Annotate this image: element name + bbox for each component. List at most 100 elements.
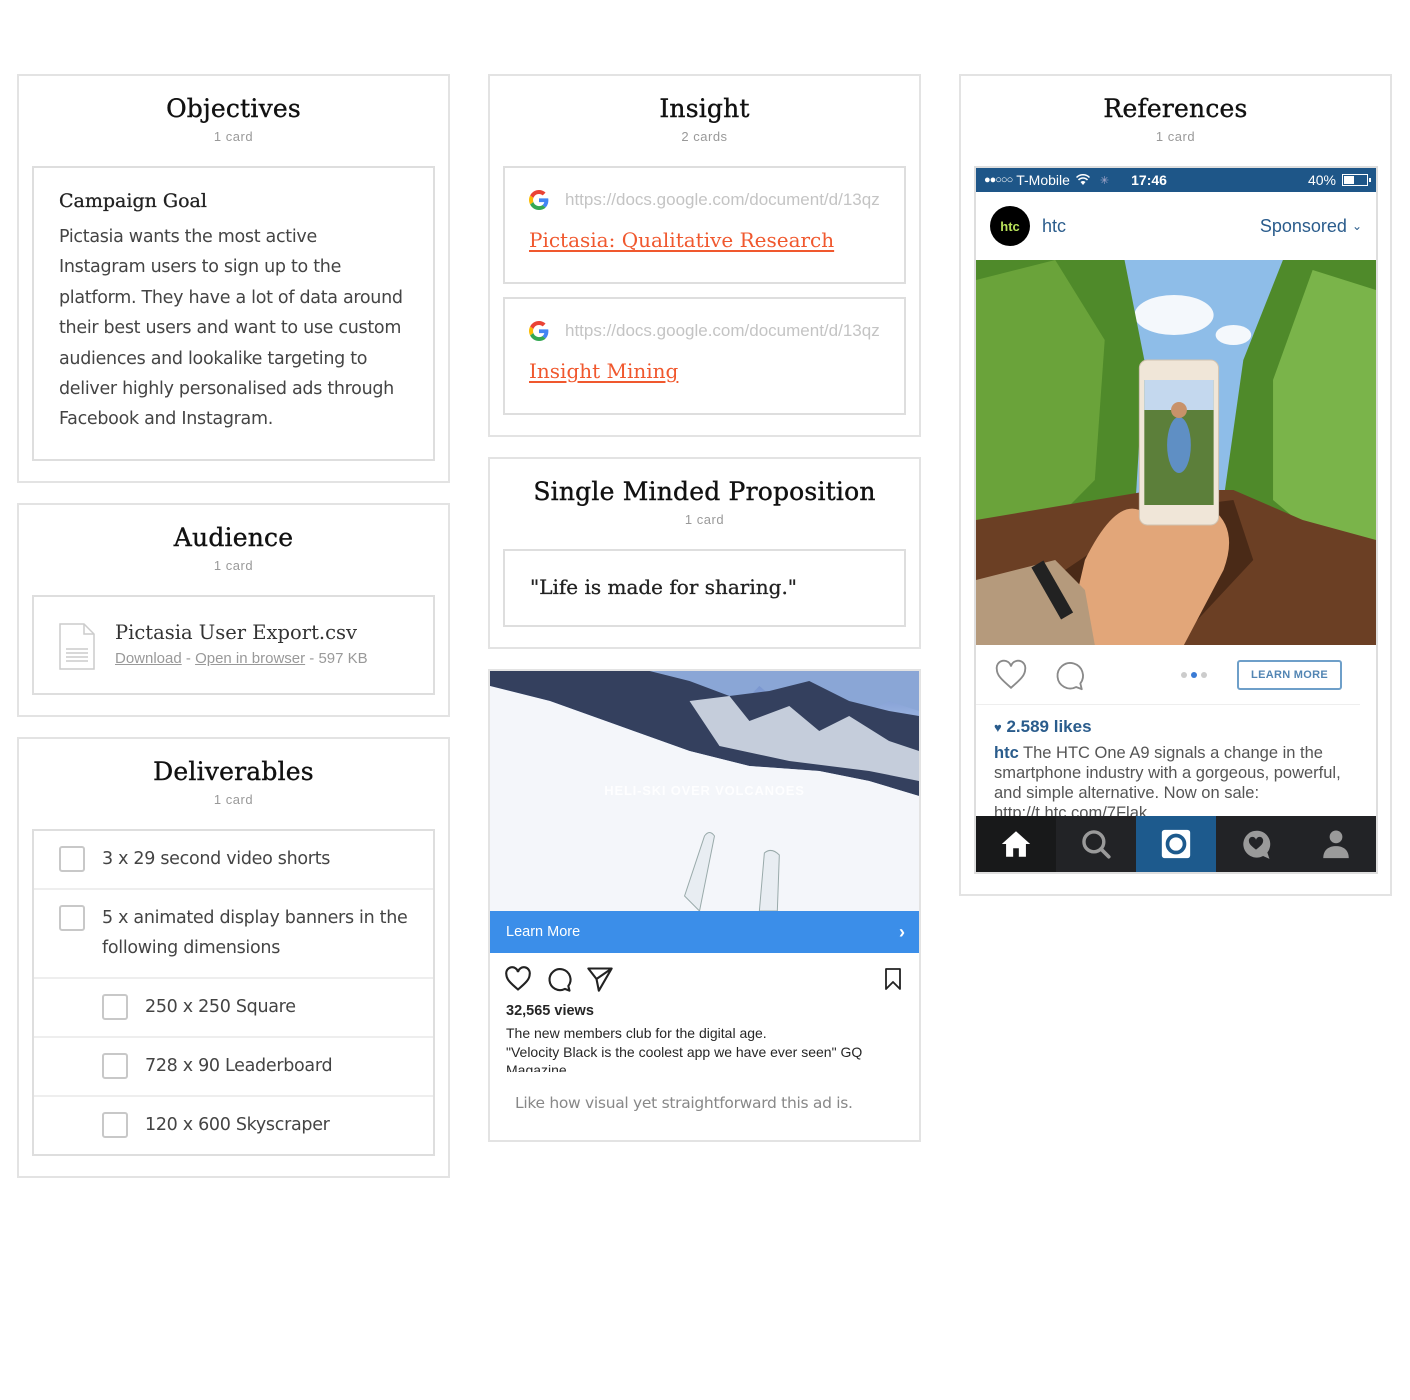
board-title: Insight (659, 94, 750, 123)
column-right: References 1 card ●●○○○ T-Mobile ✳ 17:46… (959, 74, 1392, 916)
comment-icon[interactable] (545, 965, 573, 993)
activity-icon (1243, 830, 1271, 859)
board-card-count: 1 card (684, 512, 725, 527)
file-name: Pictasia User Export.csv (115, 620, 358, 644)
checklist-subitem[interactable]: 728 x 90 Leaderboard (34, 1038, 433, 1097)
share-icon[interactable] (586, 965, 614, 993)
view-count: 32,565 views (506, 1003, 594, 1019)
proposition-quote: "Life is made for sharing." (530, 575, 798, 599)
checklist-item-label: 120 x 600 Skyscraper (145, 1114, 330, 1135)
download-link[interactable]: Download (115, 650, 182, 667)
home-icon (1001, 831, 1031, 857)
checklist-card: 3 x 29 second video shorts 5 x animated … (32, 828, 435, 1156)
chevron-right-icon: › (899, 921, 905, 942)
tab-activity[interactable] (1216, 816, 1296, 872)
file-meta: Download - Open in browser - 597 KB (115, 650, 368, 667)
checkbox[interactable] (59, 904, 85, 931)
board-deliverables: Deliverables 1 card 3 x 29 second video … (17, 736, 450, 1178)
board-audience: Audience 1 card Pictasia User Export.csv… (17, 502, 450, 717)
ad-caption: The new members club for the digital age… (490, 1024, 919, 1072)
board-card-count: 1 card (213, 129, 254, 144)
post-action-bar: LEARN MORE (976, 645, 1360, 705)
search-icon (1082, 830, 1111, 859)
checklist-subitem[interactable]: 250 x 250 Square (34, 979, 433, 1038)
checklist-item[interactable]: 3 x 29 second video shorts (34, 831, 433, 890)
link-title[interactable]: Insight Mining (529, 359, 678, 383)
board-single-minded-proposition: Single Minded Proposition 1 card "Life i… (488, 457, 921, 649)
reference-image-card[interactable]: ●●○○○ T-Mobile ✳ 17:46 40% htc htc Spons… (974, 166, 1378, 874)
ad-image: HELI-SKI OVER VOLCANOES (490, 671, 919, 911)
board-title: Single Minded Proposition (533, 477, 876, 506)
bookmark-icon[interactable] (881, 965, 905, 993)
checkbox[interactable] (102, 1052, 128, 1079)
sponsored-label: Sponsored (1259, 215, 1347, 236)
ad-action-bar (490, 953, 919, 999)
caption-text: The HTC One A9 signals a change in the s… (994, 744, 1341, 816)
checklist-item[interactable]: 5 x animated display banners in the foll… (34, 890, 433, 979)
link-card[interactable]: https://docs.google.com/document/d/13qz … (503, 166, 906, 284)
heart-icon[interactable] (994, 658, 1028, 692)
google-icon (529, 321, 549, 341)
learn-more-button[interactable]: Learn More › (490, 911, 919, 953)
document-icon (59, 623, 95, 670)
ad-overlay-text: HELI-SKI OVER VOLCANOES (604, 783, 805, 798)
heart-icon[interactable] (504, 965, 532, 993)
campaign-goal-card[interactable]: Campaign Goal Pictasia wants the most ac… (32, 166, 435, 461)
learn-more-button[interactable]: LEARN MORE (1237, 659, 1342, 690)
open-in-browser-link[interactable]: Open in browser (195, 650, 305, 667)
board-title: References (1103, 94, 1248, 123)
file-size: 597 KB (318, 649, 368, 667)
ad-example-card[interactable]: HELI-SKI OVER VOLCANOES Learn More › 32,… (488, 669, 921, 1142)
comment-icon[interactable] (1052, 658, 1086, 692)
checklist-item-label: 728 x 90 Leaderboard (145, 1055, 333, 1076)
checkbox[interactable] (102, 993, 128, 1020)
loading-icon: ✳ (1099, 174, 1110, 187)
separator: - (181, 649, 196, 667)
chevron-down-icon: ⌄ (1351, 219, 1362, 233)
separator: - (305, 649, 319, 667)
profile-icon (1323, 830, 1349, 859)
cornfield-phone-photo (976, 260, 1376, 645)
board-card-count: 1 card (213, 557, 254, 573)
learn-more-label: Learn More (506, 924, 581, 940)
battery-percent: 40% (1307, 172, 1336, 188)
board-card-count: 1 card (1155, 129, 1196, 144)
clock: 17:46 (1131, 172, 1167, 188)
phone-tab-bar (976, 816, 1376, 872)
tab-search[interactable] (1056, 816, 1136, 872)
board-objectives: Objectives 1 card Campaign Goal Pictasia… (17, 74, 450, 483)
board-references: References 1 card ●●○○○ T-Mobile ✳ 17:46… (959, 74, 1392, 896)
card-title: Campaign Goal (59, 190, 207, 212)
link-title[interactable]: Pictasia: Qualitative Research (529, 228, 834, 252)
link-card[interactable]: https://docs.google.com/document/d/13qz … (503, 297, 906, 415)
google-icon (529, 190, 549, 210)
checklist-item-label: 5 x animated display banners in the foll… (102, 907, 408, 958)
tab-home[interactable] (976, 816, 1056, 872)
quote-card[interactable]: "Life is made for sharing." (503, 549, 906, 627)
heart-icon: ♥ (994, 720, 1002, 735)
link-url: https://docs.google.com/document/d/13qz (565, 190, 880, 209)
checkbox[interactable] (59, 845, 85, 872)
board-card-count: 1 card (213, 791, 254, 807)
file-attachment-card[interactable]: Pictasia User Export.csv Download - Open… (32, 594, 435, 695)
avatar: htc (990, 206, 1030, 246)
card-note: Like how visual yet straightforward this… (515, 1094, 853, 1112)
battery-icon (1342, 174, 1371, 186)
post-caption: htc The HTC One A9 signals a change in t… (976, 741, 1376, 816)
checkbox[interactable] (102, 1111, 128, 1138)
carousel-dot (1200, 671, 1207, 678)
checklist-subitem[interactable]: 120 x 600 Skyscraper (34, 1097, 433, 1154)
like-count: ♥ 2.589 likes (976, 705, 1376, 741)
checklist-item-label: 3 x 29 second video shorts (102, 848, 331, 869)
checklist-item-label: 250 x 250 Square (145, 996, 296, 1017)
tab-profile[interactable] (1296, 816, 1376, 872)
caption-line: The new members club for the digital age… (506, 1025, 767, 1041)
post-photo (976, 260, 1376, 645)
camera-icon (1161, 829, 1191, 859)
wifi-icon (1075, 174, 1090, 185)
link-url: https://docs.google.com/document/d/13qz (565, 321, 880, 340)
tab-camera[interactable] (1136, 816, 1216, 872)
phone-status-bar: ●●○○○ T-Mobile ✳ 17:46 40% (976, 168, 1376, 192)
carousel-dot (1180, 671, 1187, 678)
board-title: Objectives (166, 94, 301, 123)
